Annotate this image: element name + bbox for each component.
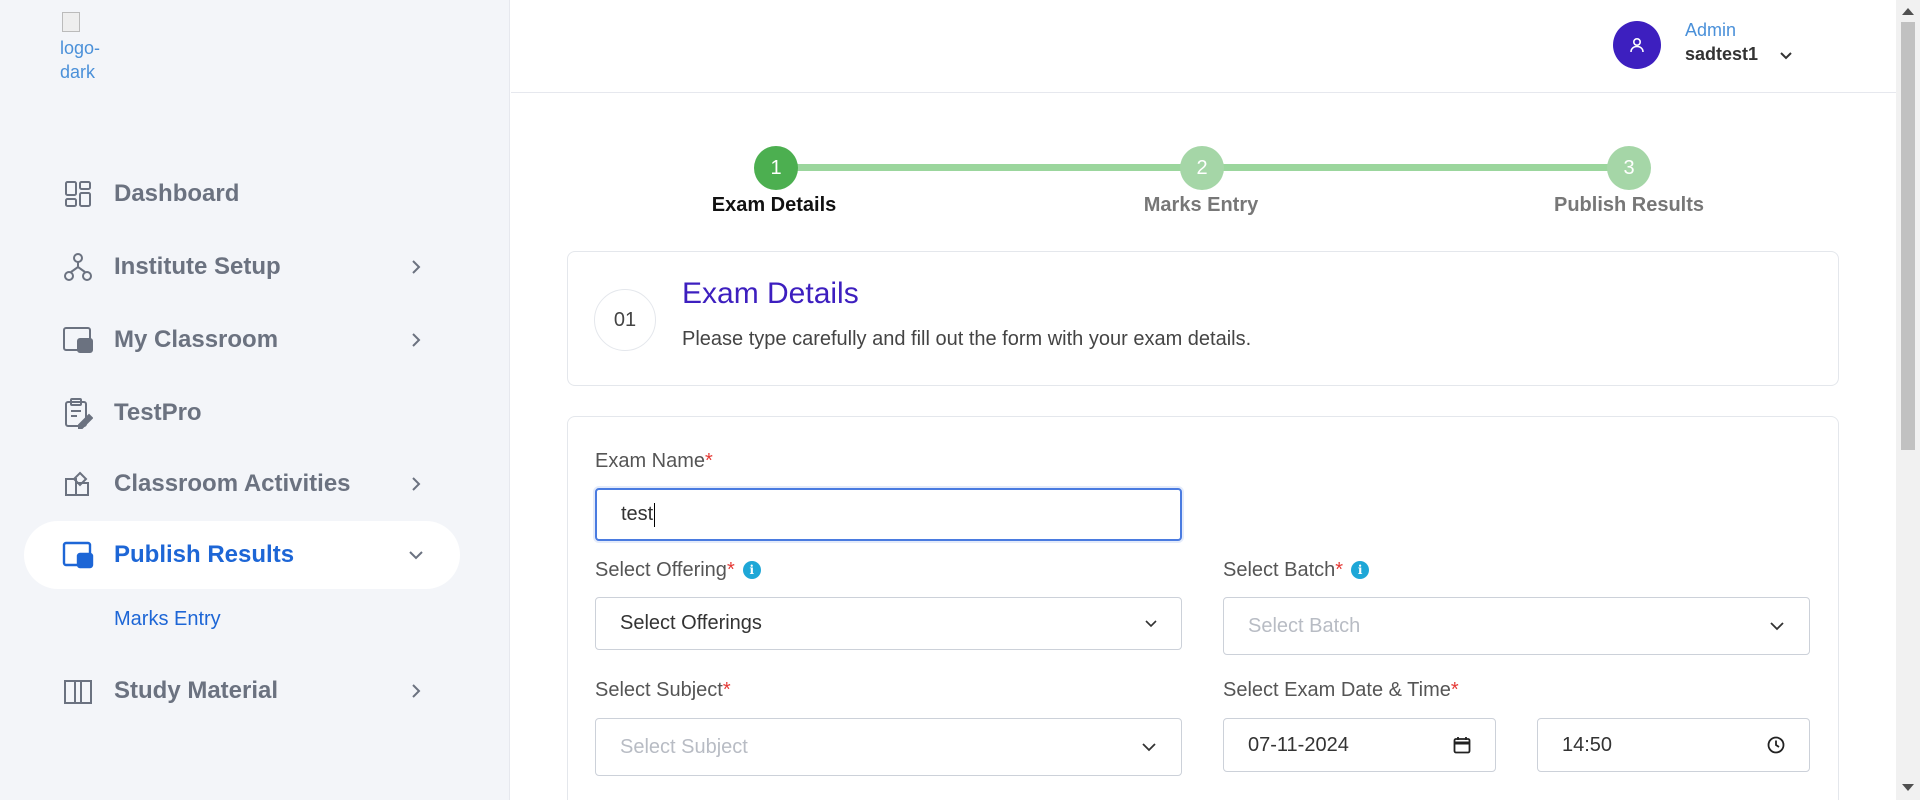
required-mark: * [1335,559,1344,581]
sidebar-item-label: Institute Setup [114,253,281,280]
section-subtitle: Please type carefully and fill out the f… [682,328,1252,350]
exam-datetime-label: Select Exam Date & Time* [1223,679,1459,702]
chevron-right-icon [406,476,426,492]
sidebar-subitem-marks-entry[interactable]: Marks Entry [114,608,221,631]
chevron-right-icon [406,259,426,275]
publish-icon [60,537,96,573]
sidebar-item-label: Classroom Activities [114,470,351,497]
step-2-dot[interactable]: 2 [1180,146,1224,190]
exam-date-input[interactable]: 07-11-2024 [1223,718,1496,772]
subject-placeholder: Select Subject [620,735,748,758]
exam-time-input[interactable]: 14:50 [1537,718,1810,772]
stepper-line-1 [776,164,1202,171]
chevron-right-icon [406,332,426,348]
required-mark: * [1450,679,1459,701]
sidebar: logo-dark Dashboard Institute Setup My C… [0,0,510,800]
sidebar-item-institute-setup[interactable]: Institute Setup [24,233,460,301]
offering-label-text: Select Offering [595,559,727,581]
logo-alt-text: logo-dark [60,38,101,82]
subject-label: Select Subject* [595,679,731,702]
chevron-down-icon [1769,621,1785,631]
clipboard-pen-icon [60,395,96,431]
sidebar-item-label: Study Material [114,677,279,704]
step-1-dot[interactable]: 1 [754,146,798,190]
exam-name-label: Exam Name* [595,450,713,473]
sidebar-item-my-classroom[interactable]: My Classroom [24,306,460,374]
offering-select[interactable]: Select Offerings [595,597,1182,650]
scroll-up-arrow-icon[interactable] [1902,8,1914,15]
chevron-right-icon [406,683,426,699]
info-icon[interactable]: i [742,561,761,579]
calendar-icon[interactable] [1453,736,1471,754]
sidebar-item-classroom-activities[interactable]: Classroom Activities [24,450,460,518]
info-icon[interactable]: i [1351,561,1370,579]
user-menu-chevron-icon[interactable] [1779,48,1793,66]
sidebar-item-label: My Classroom [114,326,279,353]
exam-name-input[interactable]: test [595,488,1182,541]
section-number: 01 [594,289,656,351]
exam-name-value: test [621,503,654,525]
batch-select[interactable]: Select Batch [1223,597,1810,655]
user-name[interactable]: sadtest1 [1685,44,1758,65]
sidebar-item-testpro[interactable]: TestPro [24,379,460,447]
offering-selected-value: Select Offerings [620,612,762,634]
exam-date-value: 07-11-2024 [1248,733,1349,756]
book-icon [60,673,96,709]
chevron-down-icon [1145,619,1157,628]
step-number: 1 [770,156,782,179]
sidebar-item-label: Publish Results [114,541,295,568]
step-2-label: Marks Entry [1143,194,1259,216]
exam-time-value: 14:50 [1562,733,1613,756]
exam-datetime-label-text: Select Exam Date & Time [1223,679,1451,701]
sidebar-item-study-material[interactable]: Study Material [24,657,460,725]
activities-icon [60,466,96,502]
required-mark: * [726,559,735,581]
scroll-down-arrow-icon[interactable] [1902,784,1914,791]
step-1-label: Exam Details [711,194,837,216]
sidebar-item-dashboard[interactable]: Dashboard [24,160,460,228]
section-header-card [567,251,1839,386]
user-icon [1630,37,1644,53]
sidebar-item-publish-results[interactable]: Publish Results [24,521,460,589]
step-number: 2 [1196,156,1208,179]
broken-image-icon [62,12,80,32]
hierarchy-icon [60,249,96,285]
subject-label-text: Select Subject [595,679,723,701]
section-title: Exam Details [682,277,859,310]
subject-select[interactable]: Select Subject [595,718,1182,776]
clock-icon[interactable] [1767,736,1785,754]
sidebar-item-label: Dashboard [114,180,240,207]
batch-placeholder: Select Batch [1248,614,1361,637]
step-3-label: Publish Results [1553,194,1705,216]
batch-label: Select Batch* i [1223,559,1370,582]
text-caret [654,502,656,527]
logo[interactable]: logo-dark [60,12,120,87]
required-mark: * [722,679,731,701]
user-avatar[interactable] [1613,21,1661,69]
chevron-down-icon [406,550,426,560]
batch-label-text: Select Batch [1223,559,1336,581]
step-number: 3 [1623,156,1635,179]
stepper-line-2 [1202,164,1628,171]
scrollbar-thumb[interactable] [1901,22,1915,450]
classroom-icon [60,322,96,358]
required-mark: * [705,450,713,472]
exam-name-label-text: Exam Name [595,450,706,472]
step-3-dot[interactable]: 3 [1607,146,1651,190]
sidebar-item-label: TestPro [114,399,202,426]
offering-label: Select Offering* i [595,559,761,582]
user-role: Admin [1685,20,1737,40]
chevron-down-icon [1141,742,1157,752]
page-scrollbar[interactable] [1896,0,1920,800]
dashboard-icon [60,176,96,212]
